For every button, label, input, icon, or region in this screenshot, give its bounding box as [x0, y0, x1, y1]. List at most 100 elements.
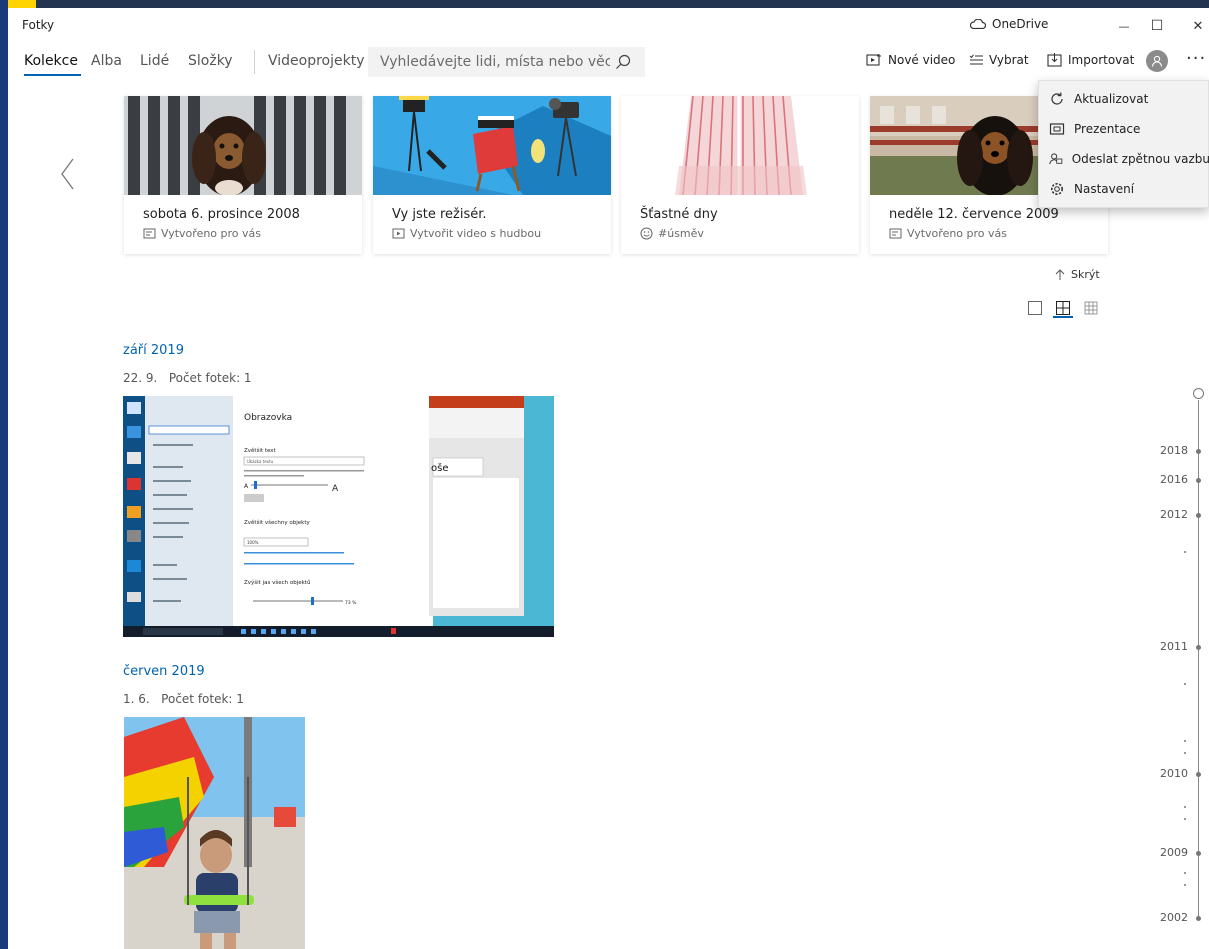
tab-lide[interactable]: Lidé — [140, 53, 169, 69]
carousel-card[interactable]: Šťastné dny #úsměv — [621, 96, 859, 254]
photo-count: Počet fotek: 1 — [168, 371, 252, 385]
timeline-dot — [1196, 645, 1201, 650]
search-input[interactable] — [380, 54, 610, 70]
nav-divider — [254, 50, 255, 74]
account-avatar[interactable] — [1146, 50, 1168, 72]
timeline-tick — [1184, 740, 1186, 742]
maximize-button[interactable]: ☐ — [1135, 8, 1179, 44]
feedback-icon — [1049, 153, 1063, 165]
timeline-year[interactable]: 2010 — [1140, 767, 1188, 780]
nav-bar: Kolekce Alba Lidé Složky Videoprojekty N… — [8, 44, 1209, 84]
menu-item-settings[interactable]: Nastavení — [1039, 174, 1209, 204]
timeline-year[interactable]: 2016 — [1140, 473, 1188, 486]
more-options-button[interactable]: ··· — [1186, 48, 1206, 69]
search-icon[interactable] — [615, 54, 631, 70]
onedrive-label: OneDrive — [992, 17, 1049, 31]
day-date: 1. 6. — [123, 692, 150, 706]
timeline-current-marker[interactable] — [1193, 388, 1204, 399]
tab-slozky[interactable]: Složky — [188, 53, 233, 69]
embedded-scale-value: 100% — [247, 540, 259, 545]
card-subtitle: Vytvořeno pro vás — [143, 227, 261, 240]
menu-item-slideshow[interactable]: Prezentace — [1039, 114, 1209, 144]
card-title: Šťastné dny — [640, 207, 718, 222]
active-tab-indicator — [24, 74, 81, 76]
timeline-tick — [1184, 818, 1186, 820]
menu-item-label: Prezentace — [1074, 122, 1141, 136]
embedded-section-label: Zvětšit všechny objekty — [244, 519, 310, 526]
card-thumbnail-director — [373, 96, 611, 195]
minimize-icon: — — [1118, 19, 1130, 33]
timeline-tick — [1184, 806, 1186, 808]
tab-videoprojekty[interactable]: Videoprojekty — [268, 53, 365, 69]
card-thumbnail-dog — [124, 96, 362, 195]
more-options-menu: Aktualizovat Prezentace Odeslat zpětnou … — [1038, 80, 1209, 208]
large-view-icon[interactable] — [1027, 300, 1043, 316]
timeline-year[interactable]: 2012 — [1140, 508, 1188, 521]
day-info: 1. 6. Počet fotek: 1 — [123, 692, 244, 706]
close-icon: ✕ — [1192, 18, 1204, 34]
month-header[interactable]: červen 2019 — [123, 664, 205, 679]
carousel-card[interactable]: Vy jste režisér. Vytvořit video s hudbou — [373, 96, 611, 254]
hide-button[interactable]: Skrýt — [1055, 268, 1100, 281]
select-label: Vybrat — [989, 53, 1029, 67]
timeline-year[interactable]: 2018 — [1140, 444, 1188, 457]
app-title: Fotky — [22, 18, 55, 32]
small-grid-icon[interactable] — [1083, 300, 1099, 316]
embedded-panel-title: Obrazovka — [244, 413, 292, 423]
carousel-previous-icon[interactable] — [58, 157, 78, 191]
tab-alba[interactable]: Alba — [91, 53, 122, 69]
onedrive-button[interactable]: OneDrive — [970, 17, 1048, 31]
timeline-year[interactable]: 2002 — [1140, 911, 1188, 924]
refresh-icon — [1051, 92, 1063, 105]
search-box — [368, 47, 645, 77]
embedded-slide-word: oše — [431, 462, 448, 474]
arrow-up-icon — [1055, 268, 1065, 280]
card-subtitle-text: #úsměv — [658, 227, 704, 240]
card-title: sobota 6. prosince 2008 — [143, 207, 300, 222]
timeline-dot — [1196, 513, 1201, 518]
menu-item-label: Odeslat zpětnou vazbu — [1071, 152, 1209, 166]
smile-icon — [640, 227, 653, 240]
close-button[interactable]: ✕ — [1176, 8, 1209, 44]
card-title: Vy jste režisér. — [392, 207, 487, 222]
photo-thumbnail-screenshot[interactable]: Obrazovka Zvětšit text Ukázka textu A A … — [123, 396, 554, 637]
carousel-card[interactable]: sobota 6. prosince 2008 Vytvořeno pro vá… — [124, 96, 362, 254]
timeline-tick — [1184, 551, 1186, 553]
card-subtitle: Vytvořeno pro vás — [889, 227, 1007, 240]
album-icon — [889, 228, 902, 238]
hide-label: Skrýt — [1071, 268, 1100, 281]
import-icon — [1047, 53, 1062, 67]
import-button[interactable]: Importovat — [1047, 53, 1134, 67]
month-header[interactable]: září 2019 — [123, 343, 184, 358]
day-info: 22. 9. Počet fotek: 1 — [123, 371, 252, 385]
card-subtitle-text: Vytvořit video s hudbou — [410, 227, 542, 240]
photo-thumbnail-child[interactable] — [124, 717, 305, 949]
window-frame-top — [0, 0, 1209, 8]
medium-grid-icon[interactable] — [1055, 300, 1071, 316]
card-subtitle-text: Vytvořeno pro vás — [161, 227, 262, 240]
card-thumbnail-shirt — [621, 96, 859, 195]
timeline-year[interactable]: 2009 — [1140, 846, 1188, 859]
cloud-icon — [970, 19, 986, 29]
timeline-dot — [1196, 851, 1201, 856]
embedded-section-label: Zvýšit jas všech objektů — [244, 579, 310, 586]
menu-item-feedback[interactable]: Odeslat zpětnou vazbu — [1039, 144, 1209, 174]
embedded-sample-text: Ukázka textu — [247, 459, 274, 464]
person-icon — [1151, 55, 1163, 67]
maximize-icon: ☐ — [1150, 18, 1164, 34]
timeline-dot — [1196, 478, 1201, 483]
new-video-button[interactable]: Nové video — [866, 53, 955, 67]
timeline-tick — [1184, 872, 1186, 874]
timeline-tick — [1184, 752, 1186, 754]
new-video-icon — [866, 54, 881, 66]
timeline-dot — [1196, 772, 1201, 777]
video-icon — [392, 228, 405, 238]
timeline-year[interactable]: 2011 — [1140, 640, 1188, 653]
menu-item-refresh[interactable]: Aktualizovat — [1039, 84, 1209, 114]
album-icon — [143, 228, 156, 238]
menu-item-label: Aktualizovat — [1074, 92, 1149, 106]
select-button[interactable]: Vybrat — [969, 53, 1029, 67]
card-subtitle: Vytvořit video s hudbou — [392, 227, 541, 240]
tab-kolekce[interactable]: Kolekce — [24, 53, 78, 69]
timeline-tick — [1184, 884, 1186, 886]
